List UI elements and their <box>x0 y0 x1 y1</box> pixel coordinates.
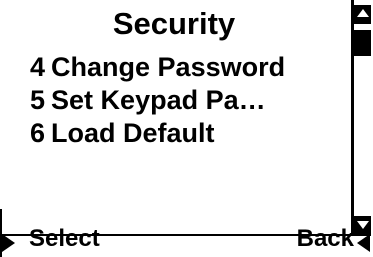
scroll-thumb[interactable] <box>354 30 371 56</box>
back-softkey[interactable]: Back <box>296 225 370 252</box>
menu-item-label: Change Password <box>51 52 286 82</box>
menu-item-load-default[interactable]: 6 Load Default <box>30 117 285 150</box>
menu-item-label: Load Default <box>51 118 215 148</box>
back-label: Back <box>296 225 354 252</box>
triangle-left-icon <box>357 234 370 252</box>
select-label: Select <box>29 225 100 252</box>
menu-item-change-password[interactable]: 4 Change Password <box>30 51 285 84</box>
menu-item-number: 4 <box>30 52 46 82</box>
menu-item-label: Set Keypad Pa… <box>51 85 266 115</box>
triangle-right-icon <box>2 234 15 252</box>
menu-item-number: 6 <box>30 118 46 148</box>
lcd-screen: Security 4 Change Password 5 Set Keypad Pa… <box>0 0 373 257</box>
triangle-up-icon[interactable] <box>354 5 371 24</box>
softkey-bar: Select Back <box>0 225 373 257</box>
page-title: Security <box>112 6 236 41</box>
select-softkey[interactable]: Select <box>2 225 100 252</box>
menu-list: 4 Change Password 5 Set Keypad Pa… 6 Load D… <box>30 51 285 150</box>
menu-item-set-keypad-password[interactable]: 5 Set Keypad Pa… <box>30 84 285 117</box>
menu-item-number: 5 <box>30 85 46 115</box>
scrollbar[interactable] <box>351 0 371 236</box>
